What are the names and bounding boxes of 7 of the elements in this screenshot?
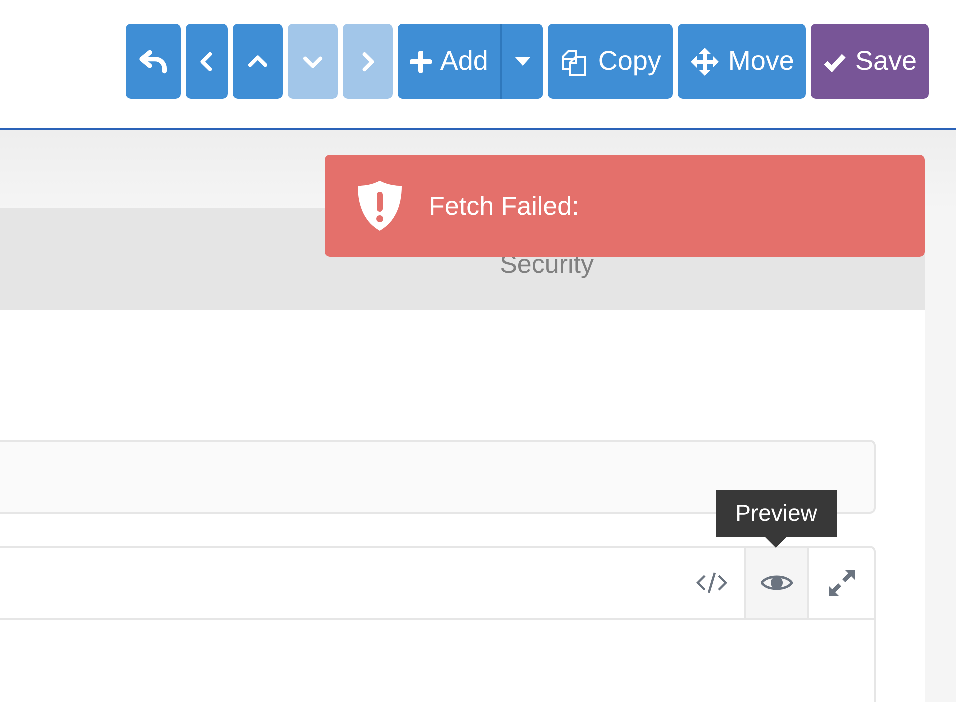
- toolbar-button[interactable]: Copy: [548, 24, 674, 99]
- toast-message: Fetch Failed:: [429, 190, 580, 222]
- toolbar-button[interactable]: Move: [678, 24, 806, 99]
- tooltip: Preview: [716, 490, 838, 537]
- add-split-button[interactable]: Add: [398, 24, 544, 99]
- add-button[interactable]: Add: [398, 24, 502, 99]
- save-button[interactable]: Save: [811, 24, 929, 99]
